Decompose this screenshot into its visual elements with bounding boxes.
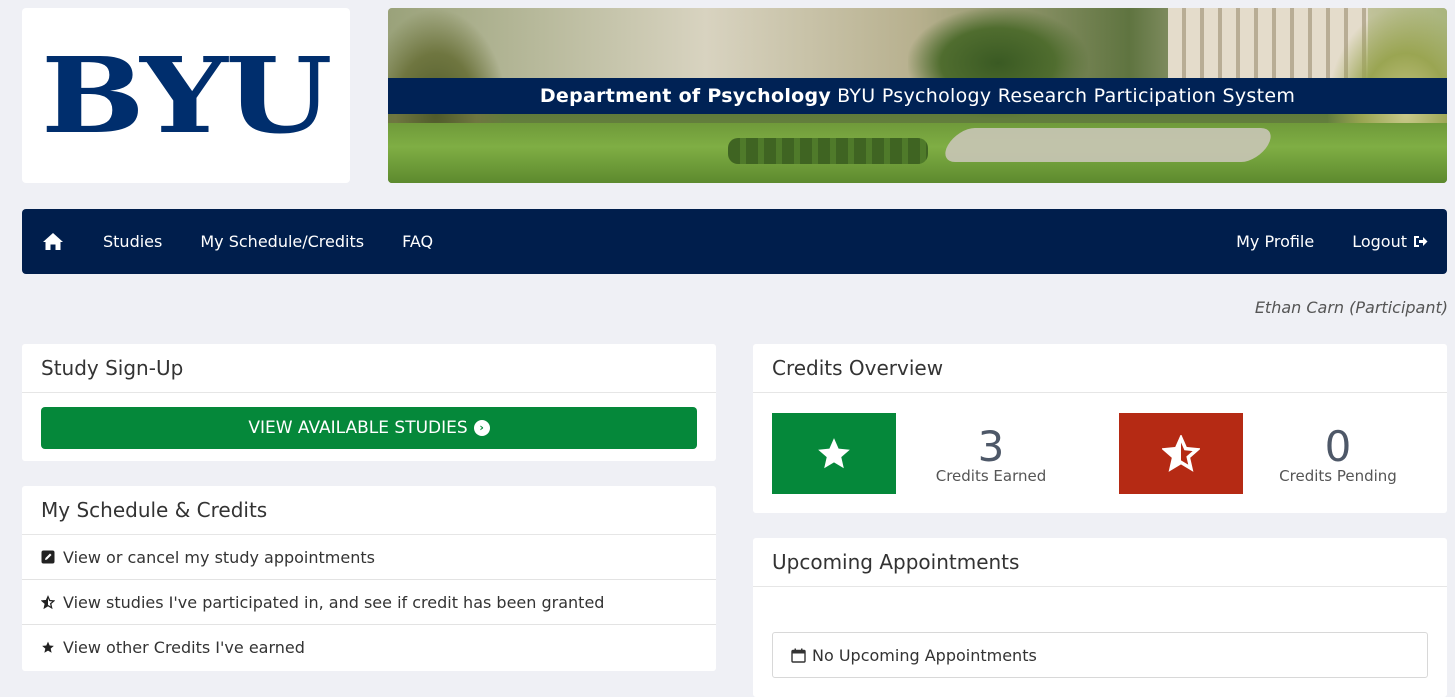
study-signup-title: Study Sign-Up (22, 344, 716, 393)
system-name: BYU Psychology Research Participation Sy… (837, 85, 1296, 107)
logo-text: BYU (41, 33, 332, 157)
calendar-icon (791, 648, 806, 663)
star-icon (41, 640, 55, 655)
logout-label: Logout (1352, 232, 1407, 251)
other-credits-link: View other Credits I've earned (63, 638, 305, 657)
star-half-icon (1162, 434, 1200, 472)
upcoming-appointments-title: Upcoming Appointments (753, 538, 1447, 587)
header-banner: Department of Psychology BYU Psychology … (388, 8, 1447, 183)
view-studies-label: VIEW AVAILABLE STUDIES (248, 418, 468, 438)
list-item-other-credits[interactable]: View other Credits I've earned (22, 625, 716, 670)
nav-my-schedule-credits[interactable]: My Schedule/Credits (181, 209, 383, 274)
view-available-studies-button[interactable]: VIEW AVAILABLE STUDIES › (41, 407, 697, 449)
schedule-credits-title: My Schedule & Credits (22, 486, 716, 535)
nav-faq[interactable]: FAQ (383, 209, 452, 274)
no-appointments-notice: No Upcoming Appointments (772, 632, 1428, 678)
home-button[interactable] (22, 209, 84, 274)
list-item-participated[interactable]: View studies I've participated in, and s… (22, 580, 716, 625)
credits-pending-value: 0 (1324, 422, 1352, 471)
participated-link: View studies I've participated in, and s… (63, 592, 605, 612)
credits-overview-title: Credits Overview (753, 344, 1447, 393)
department-name: Department of Psychology (539, 85, 832, 107)
study-signup-card: Study Sign-Up VIEW AVAILABLE STUDIES › (22, 344, 716, 461)
chevron-circle-right-icon: › (473, 420, 490, 436)
sign-out-icon (1414, 236, 1428, 247)
credits-earned-label: Credits Earned (935, 467, 1047, 485)
no-appointments-text: No Upcoming Appointments (812, 645, 1037, 665)
star-icon (818, 437, 850, 468)
schedule-credits-card: My Schedule & Credits View or cancel my … (22, 486, 716, 671)
banner-title: Department of Psychology BYU Psychology … (388, 78, 1447, 114)
nav-studies[interactable]: Studies (84, 209, 181, 274)
credits-pending-label: Credits Pending (1279, 467, 1397, 485)
list-item-appointments[interactable]: View or cancel my study appointments (22, 535, 716, 580)
nav-logout[interactable]: Logout (1333, 209, 1447, 274)
home-icon (43, 233, 63, 250)
appointments-link: View or cancel my study appointments (63, 547, 375, 567)
credits-earned-tile (772, 413, 896, 494)
upcoming-appointments-card: Upcoming Appointments No Upcoming Appoin… (753, 538, 1447, 697)
credits-pending-tile (1119, 413, 1243, 494)
byu-logo[interactable]: BYU (22, 8, 350, 183)
main-navbar: Studies My Schedule/Credits FAQ My Profi… (22, 209, 1447, 274)
current-user: Ethan Carn (Participant) (1254, 298, 1448, 317)
credits-earned-value: 3 (977, 422, 1005, 471)
edit-icon (41, 550, 55, 564)
nav-my-profile[interactable]: My Profile (1217, 209, 1333, 274)
star-half-icon (41, 594, 55, 610)
credits-overview-card: Credits Overview 3 Credits Earned 0 Cred… (753, 344, 1447, 513)
